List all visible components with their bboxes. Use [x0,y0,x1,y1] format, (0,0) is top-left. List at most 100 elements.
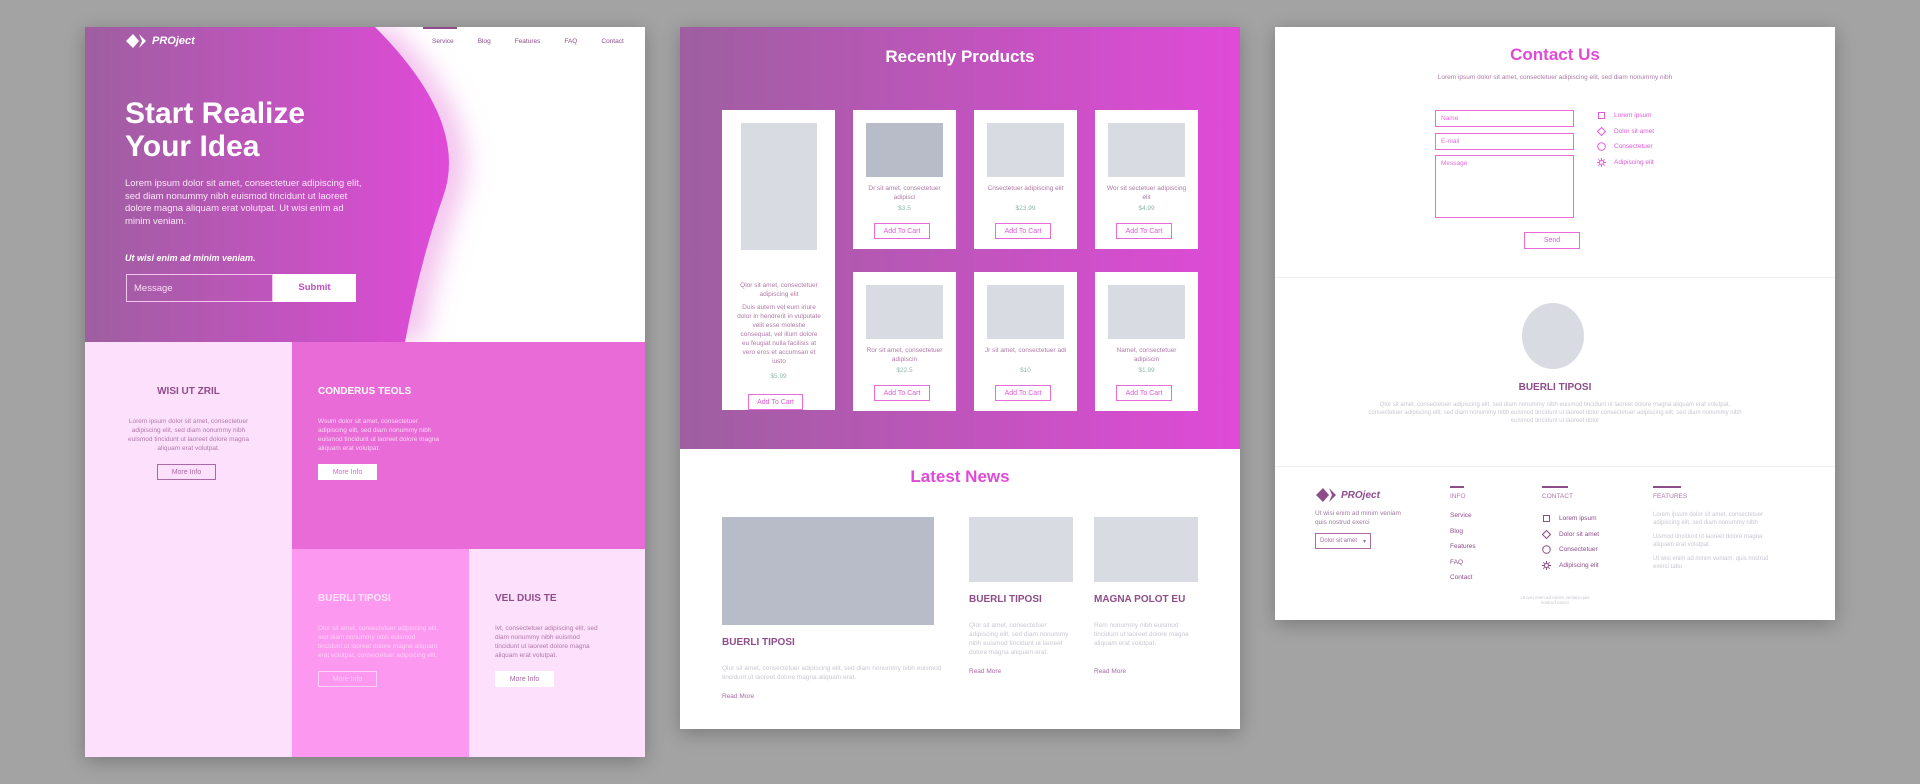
block-title: WISI UT ZRIL [157,386,220,397]
footer-select[interactable]: Dolor sit amet ▾ [1315,533,1371,549]
contact-info-label: Consectetuer [1614,143,1653,151]
contact-info-item: Adipiscing elit [1542,558,1599,574]
more-info-button[interactable]: More Info [318,464,377,480]
circle-icon [1542,545,1551,555]
footer-contact: CONTACT Lorem ipsum Dolor sit amet Consect… [1542,486,1599,573]
product-name: Dr sit amet, consectetuer adipisci [868,185,941,201]
sun-icon [1597,157,1606,167]
read-more-link[interactable]: Read More [1094,667,1198,676]
footer-copyright: Ut wisi enim ad minim veniam quis nostru… [1520,595,1590,605]
news-item-2: BUERLI TIPOSI Qlor sit amet, consectetue… [969,517,1073,676]
nav-active-indicator [423,27,457,29]
send-button[interactable]: Send [1524,232,1580,249]
product-name: Namet, consectetuer adipiscin [1116,347,1177,363]
block-title: CONDERUS TEOLS [318,386,412,397]
nav-contact[interactable]: Contact [601,38,623,45]
news-item-title: MAGNA POLOT EU [1094,594,1186,605]
footer-link-features[interactable]: Features [1450,542,1476,558]
footer-link-blog[interactable]: Blog [1450,527,1476,543]
message-textarea[interactable]: Message [1435,155,1574,218]
sun-icon [1542,560,1551,570]
hero-text: Lorem ipsum dolor sit amet, consectetuer… [125,178,362,227]
product-price: $3.5 [898,205,911,212]
footer-link-service[interactable]: Service [1450,511,1476,527]
feature-block-2: CONDERUS TEOLS Wsum dolor sit amet, cons… [292,342,645,549]
add-to-cart-button[interactable]: Add To Cart [874,385,930,401]
product-price: $10 [1020,367,1031,374]
footer-features: FEATURES Lorem ipsum dolor sit amet, con… [1653,486,1783,577]
feature-block-1: WISI UT ZRIL Lorem ipsum dolor sit amet,… [85,342,292,757]
add-to-cart-button[interactable]: Add To Cart [874,223,930,239]
square-icon [1598,112,1605,120]
footer-feature-text: Uismod tincidunt ut laoreet dolore magna… [1653,534,1763,548]
email-input[interactable]: E-mail [1435,133,1574,150]
contact-title: Contact Us [1510,45,1600,64]
submit-button[interactable]: Submit [273,274,356,302]
product-name: Cnsectetuer adipiscing elit [987,185,1064,192]
more-info-button[interactable]: More Info [157,464,216,480]
heading-bar [1450,486,1464,488]
divider [1275,277,1835,278]
read-more-link[interactable]: Read More [969,667,1073,676]
nav-features[interactable]: Features [515,38,541,45]
nav-service[interactable]: Service [432,38,454,45]
add-to-cart-button[interactable]: Add To Cart [748,394,803,410]
contact-subtitle: Lorem ipsum dolor sit amet, consectetuer… [1437,74,1673,81]
contact-info-label: Consectetuer [1559,546,1598,554]
contact-info-label: Adipiscing elit [1614,158,1654,166]
contact-info-item: Consectetuer [1597,139,1654,155]
select-value: Dolor sit amet [1320,538,1358,544]
name-input[interactable]: Name [1435,110,1574,127]
add-to-cart-button[interactable]: Add To Cart [1116,223,1172,239]
footer-link-contact[interactable]: Contact [1450,573,1476,589]
contact-info-label: Lorem ipsum [1559,515,1597,523]
products-title: Recently Products [885,47,1035,66]
more-info-button[interactable]: More Info [318,671,377,687]
contact-info-item: Dolor sit amet [1597,124,1654,140]
logo-text: PROject [152,35,195,47]
footer-link-faq[interactable]: FAQ [1450,558,1476,574]
block-text: Lorem ipsum dolor sit amet, consectetuer… [127,418,250,452]
news-image [1094,517,1198,582]
product-name: Ror sit amet, consectetuer adipiscin [866,347,943,363]
hero-tagline: Ut wisi enim ad minim veniam. [125,253,256,263]
product-price: $4.99 [1138,205,1155,212]
add-to-cart-button[interactable]: Add To Cart [995,223,1051,239]
read-more-link[interactable]: Read More [722,692,949,701]
add-to-cart-button[interactable]: Add To Cart [995,385,1051,401]
profile-text: Qlor sit amet, consectetuer adipiscing e… [1368,402,1742,424]
product-price: $22.5 [896,367,913,374]
block-title: VEL DUIS TE [495,593,557,604]
logo-icon [126,34,146,48]
footer-tagline: Ut wisi enim ad minim veniam quis nostru… [1315,510,1401,526]
product-card: Wor sit sectetuer adipiscing elit $4.99 … [1095,110,1198,249]
heading-bar [1542,486,1568,488]
block-text: Ivt, consectetuer adipiscing elit, sed d… [495,625,598,659]
news-item-3: MAGNA POLOT EU Rem nonummy nibh euismod … [1094,517,1198,676]
product-price: $23.99 [1015,205,1036,212]
nav-blog[interactable]: Blog [478,38,491,45]
nav-faq[interactable]: FAQ [564,38,577,45]
hero-title-line: Start Realize [125,97,306,130]
add-to-cart-button[interactable]: Add To Cart [1116,385,1172,401]
news-title: Latest News [910,467,1010,486]
message-input[interactable]: Message [126,274,273,302]
feature-block-3: BUERLI TIPOSI Olor sit amet, consectetue… [292,549,469,757]
product-name: Wor sit sectetuer adipiscing elit [1106,185,1187,201]
product-image [741,123,817,250]
featured-product-card: Qlor sit amet, consectetuer adipiscing e… [722,110,835,410]
diamond-icon [1542,529,1551,539]
footer-logo[interactable]: PROject [1315,487,1405,503]
caret-down-icon: ▾ [1362,538,1366,545]
logo-icon [1316,488,1336,502]
hero: PROject Service Blog Features FAQ Contac… [85,27,645,342]
product-card: Namet, consectetuer adipiscin $1.99 Add … [1095,272,1198,411]
contact-info-label: Dolor sit amet [1559,530,1600,538]
more-info-button[interactable]: More Info [495,671,554,687]
footer-info-title: INFO [1450,493,1466,500]
product-image [1108,123,1185,177]
news-item-text: Qlor sit amet, consectetuer adipiscing e… [969,622,1069,656]
contact-info-item: Consectetuer [1542,542,1599,558]
product-image [866,285,943,339]
logo[interactable]: PROject [125,33,195,49]
